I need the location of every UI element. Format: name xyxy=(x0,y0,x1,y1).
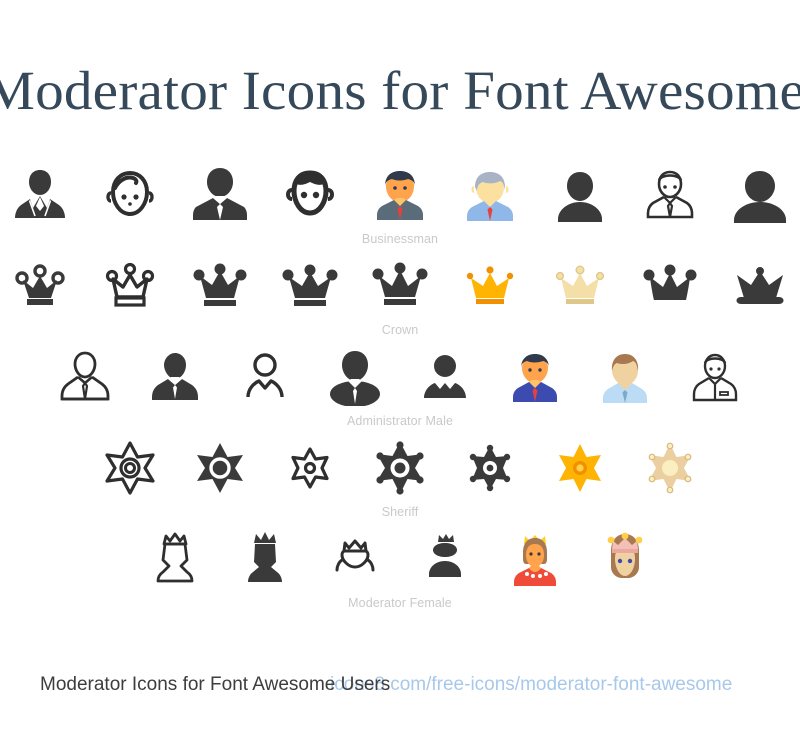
icon-crown-color-tan[interactable] xyxy=(535,253,625,319)
icon-sheriff-badge-color-gold[interactable] xyxy=(535,435,625,501)
icon-moderator-female-color-princess[interactable] xyxy=(580,526,670,592)
icon-administrator-male-simple-filled[interactable] xyxy=(400,344,490,410)
icon-businessman-tie-filled[interactable] xyxy=(175,162,265,228)
icon-administrator-male-oval-filled[interactable] xyxy=(310,344,400,410)
icon-sheriff-badge-filled-ring[interactable] xyxy=(175,435,265,501)
icon-crown-filled-tall[interactable] xyxy=(355,253,445,319)
icon-administrator-male-thin-outline[interactable] xyxy=(220,344,310,410)
icon-sheriff-badge-color-tan[interactable] xyxy=(625,435,715,501)
icon-moderator-female-outline[interactable] xyxy=(130,526,220,592)
icon-crown-balls-small-filled[interactable] xyxy=(0,253,85,319)
icon-sheriff-badge-filled-dots[interactable] xyxy=(445,435,535,501)
icon-crown-solid-flat[interactable] xyxy=(715,253,800,319)
icon-administrator-male-line-art[interactable] xyxy=(670,344,760,410)
row-label-sheriff: Sheriff xyxy=(381,505,419,519)
icon-businessman-face-outline[interactable] xyxy=(85,162,175,228)
icon-businessman-color-gray-hair[interactable] xyxy=(445,162,535,228)
icon-administrator-male-color-brown-hair[interactable] xyxy=(580,344,670,410)
icon-row-sheriff: Sheriff xyxy=(0,435,800,526)
page-title: Moderator Icons for Font Awesome Users xyxy=(0,60,800,121)
row-label-moderator-female: Moderator Female xyxy=(348,596,452,610)
icon-administrator-male-outline[interactable] xyxy=(40,344,130,410)
row-label-crown: Crown xyxy=(381,323,419,337)
icon-moderator-female-face-outline[interactable] xyxy=(310,526,400,592)
icon-crown-solid-rounded[interactable] xyxy=(625,253,715,319)
icon-businessman-bust-filled[interactable] xyxy=(715,162,800,228)
icon-businessman-line-art[interactable] xyxy=(625,162,715,228)
icon-crown-outline[interactable] xyxy=(85,253,175,319)
icon-sheriff-badge-outline[interactable] xyxy=(85,435,175,501)
icon-businessman-head-outline[interactable] xyxy=(265,162,355,228)
icon-administrator-male-color-navy[interactable] xyxy=(490,344,580,410)
icon-moderator-female-filled[interactable] xyxy=(220,526,310,592)
icon-row-moderator-female: Moderator Female xyxy=(0,526,800,617)
icon-row-businessman: Businessman xyxy=(0,162,800,253)
icon-row-administrator-male: Administrator Male xyxy=(0,344,800,435)
footer-url-link[interactable]: icons8.com/free-icons/moderator-font-awe… xyxy=(330,670,732,700)
footer-caption: Moderator Icons for Font Awesome Users xyxy=(40,674,391,695)
icon-crown-color-gold[interactable] xyxy=(445,253,535,319)
icon-businessman-color-orange[interactable] xyxy=(355,162,445,228)
row-label-businessman: Businessman xyxy=(361,232,439,246)
icon-moderator-female-color-queen[interactable] xyxy=(490,526,580,592)
row-label-administrator-male: Administrator Male xyxy=(347,414,453,428)
icon-grid: Businessman Crown Administrator Male She… xyxy=(0,162,800,617)
footer: icons8.com/free-icons/moderator-font-awe… xyxy=(0,670,800,704)
icon-administrator-male-filled[interactable] xyxy=(130,344,220,410)
icon-moderator-female-bust-filled[interactable] xyxy=(400,526,490,592)
icon-sheriff-badge-small-outline[interactable] xyxy=(265,435,355,501)
icon-businessman-silhouette-filled[interactable] xyxy=(535,162,625,228)
icon-crown-filled-wide[interactable] xyxy=(265,253,355,319)
icon-businessman-suit-outline-filled[interactable] xyxy=(0,162,85,228)
icon-sheriff-badge-filled-large[interactable] xyxy=(355,435,445,501)
icon-row-crown: Crown xyxy=(0,253,800,344)
icon-crown-filled-base[interactable] xyxy=(175,253,265,319)
